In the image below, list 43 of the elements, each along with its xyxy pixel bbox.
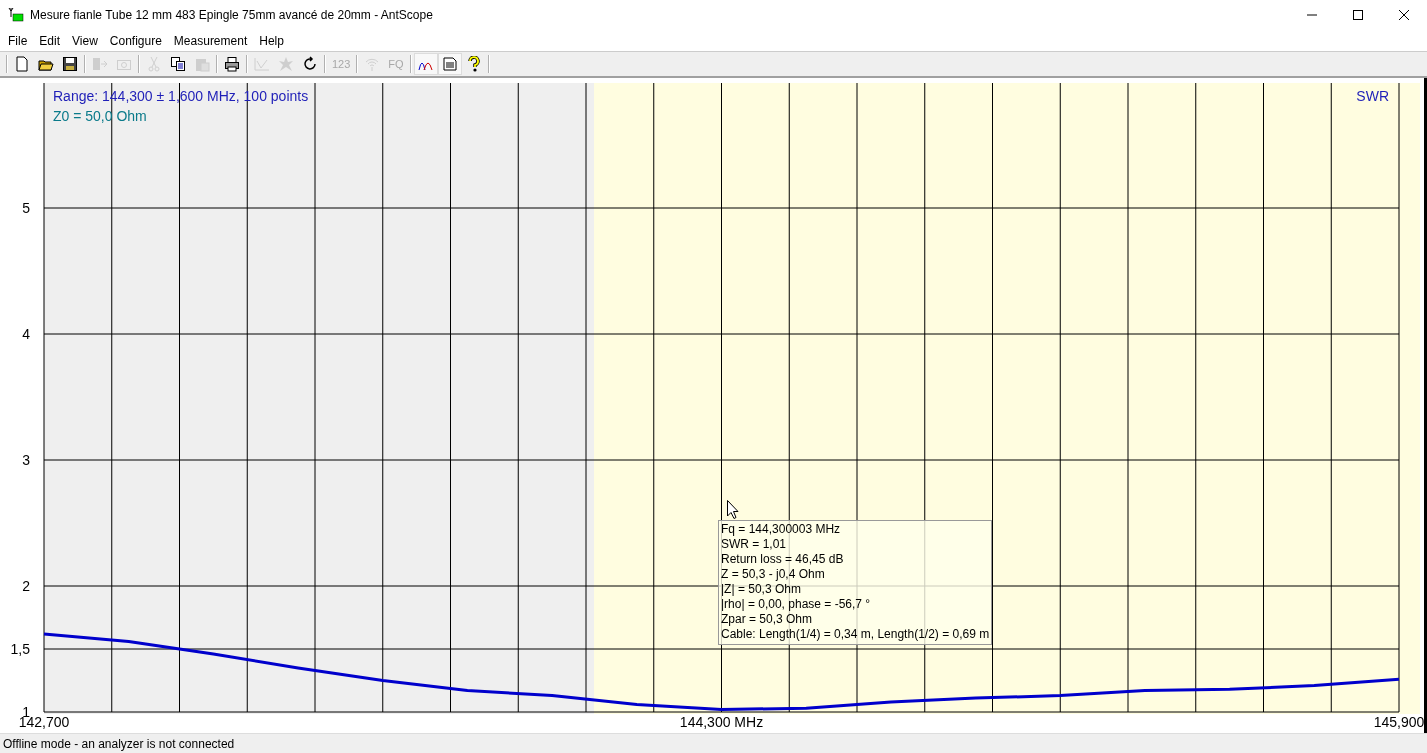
axis-label: 4 xyxy=(22,326,30,342)
series-label: SWR xyxy=(1356,88,1389,104)
connect-icon xyxy=(92,56,108,72)
list-toolbar-button[interactable] xyxy=(437,53,462,75)
tooltip-line: Fq = 144,300003 MHz xyxy=(721,522,842,537)
paste-icon xyxy=(194,56,210,72)
mouse-pointer-icon xyxy=(727,500,739,519)
menu-item[interactable]: Measurement xyxy=(168,33,255,48)
copy-icon xyxy=(170,56,186,72)
axis-label: 3 xyxy=(22,452,30,468)
help-icon xyxy=(465,56,482,72)
print-icon xyxy=(224,56,240,72)
star-icon xyxy=(278,56,294,72)
axis-label: 145,900 xyxy=(1373,714,1424,730)
close-icon xyxy=(1399,10,1409,20)
menu-item[interactable]: Help xyxy=(254,33,291,48)
menu-item[interactable]: Edit xyxy=(34,33,68,48)
tooltip-line: SWR = 1,01 xyxy=(721,537,788,552)
tooltip-line: Return loss = 46,45 dB xyxy=(721,552,845,567)
maximize-icon xyxy=(1353,10,1363,20)
antenna-app-icon xyxy=(8,7,24,23)
axis-label: 2 xyxy=(22,578,30,594)
tooltip-line: Zpar = 50,3 Ohm xyxy=(721,612,814,627)
curves-toolbar-button[interactable] xyxy=(413,53,438,75)
status-text: Offline mode - an analyzer is not connected xyxy=(3,736,235,751)
tooltip-line: Cable: Length(1/4) = 0,34 m, Length(1/2) = 0,69 m xyxy=(721,627,990,642)
refresh-icon xyxy=(302,56,318,72)
list-icon xyxy=(441,56,458,72)
tooltip-line: |rho| = 0,00, phase = -56,7 ° xyxy=(721,597,872,612)
axis-label: 144,300 MHz xyxy=(679,714,764,730)
cut-icon xyxy=(146,56,162,72)
wifi-icon xyxy=(364,56,381,72)
window-title: Mesure fianle Tube 12 mm 483 Epingle 75mm avancé de 20mm - AntScope xyxy=(30,8,434,22)
menu-item[interactable]: View xyxy=(67,33,105,48)
axis-label: 1,5 xyxy=(10,641,30,657)
chart-icon xyxy=(254,56,270,72)
tooltip-line: Z = 50,3 - j0,4 Ohm xyxy=(721,567,826,582)
menu-item[interactable]: Configure xyxy=(104,33,169,48)
tooltip-line: |Z| = 50,3 Ohm xyxy=(721,582,802,597)
menu-item[interactable]: File xyxy=(3,33,35,48)
new-icon xyxy=(14,56,30,72)
save-icon xyxy=(62,56,78,72)
axis-label: 5 xyxy=(22,200,30,216)
